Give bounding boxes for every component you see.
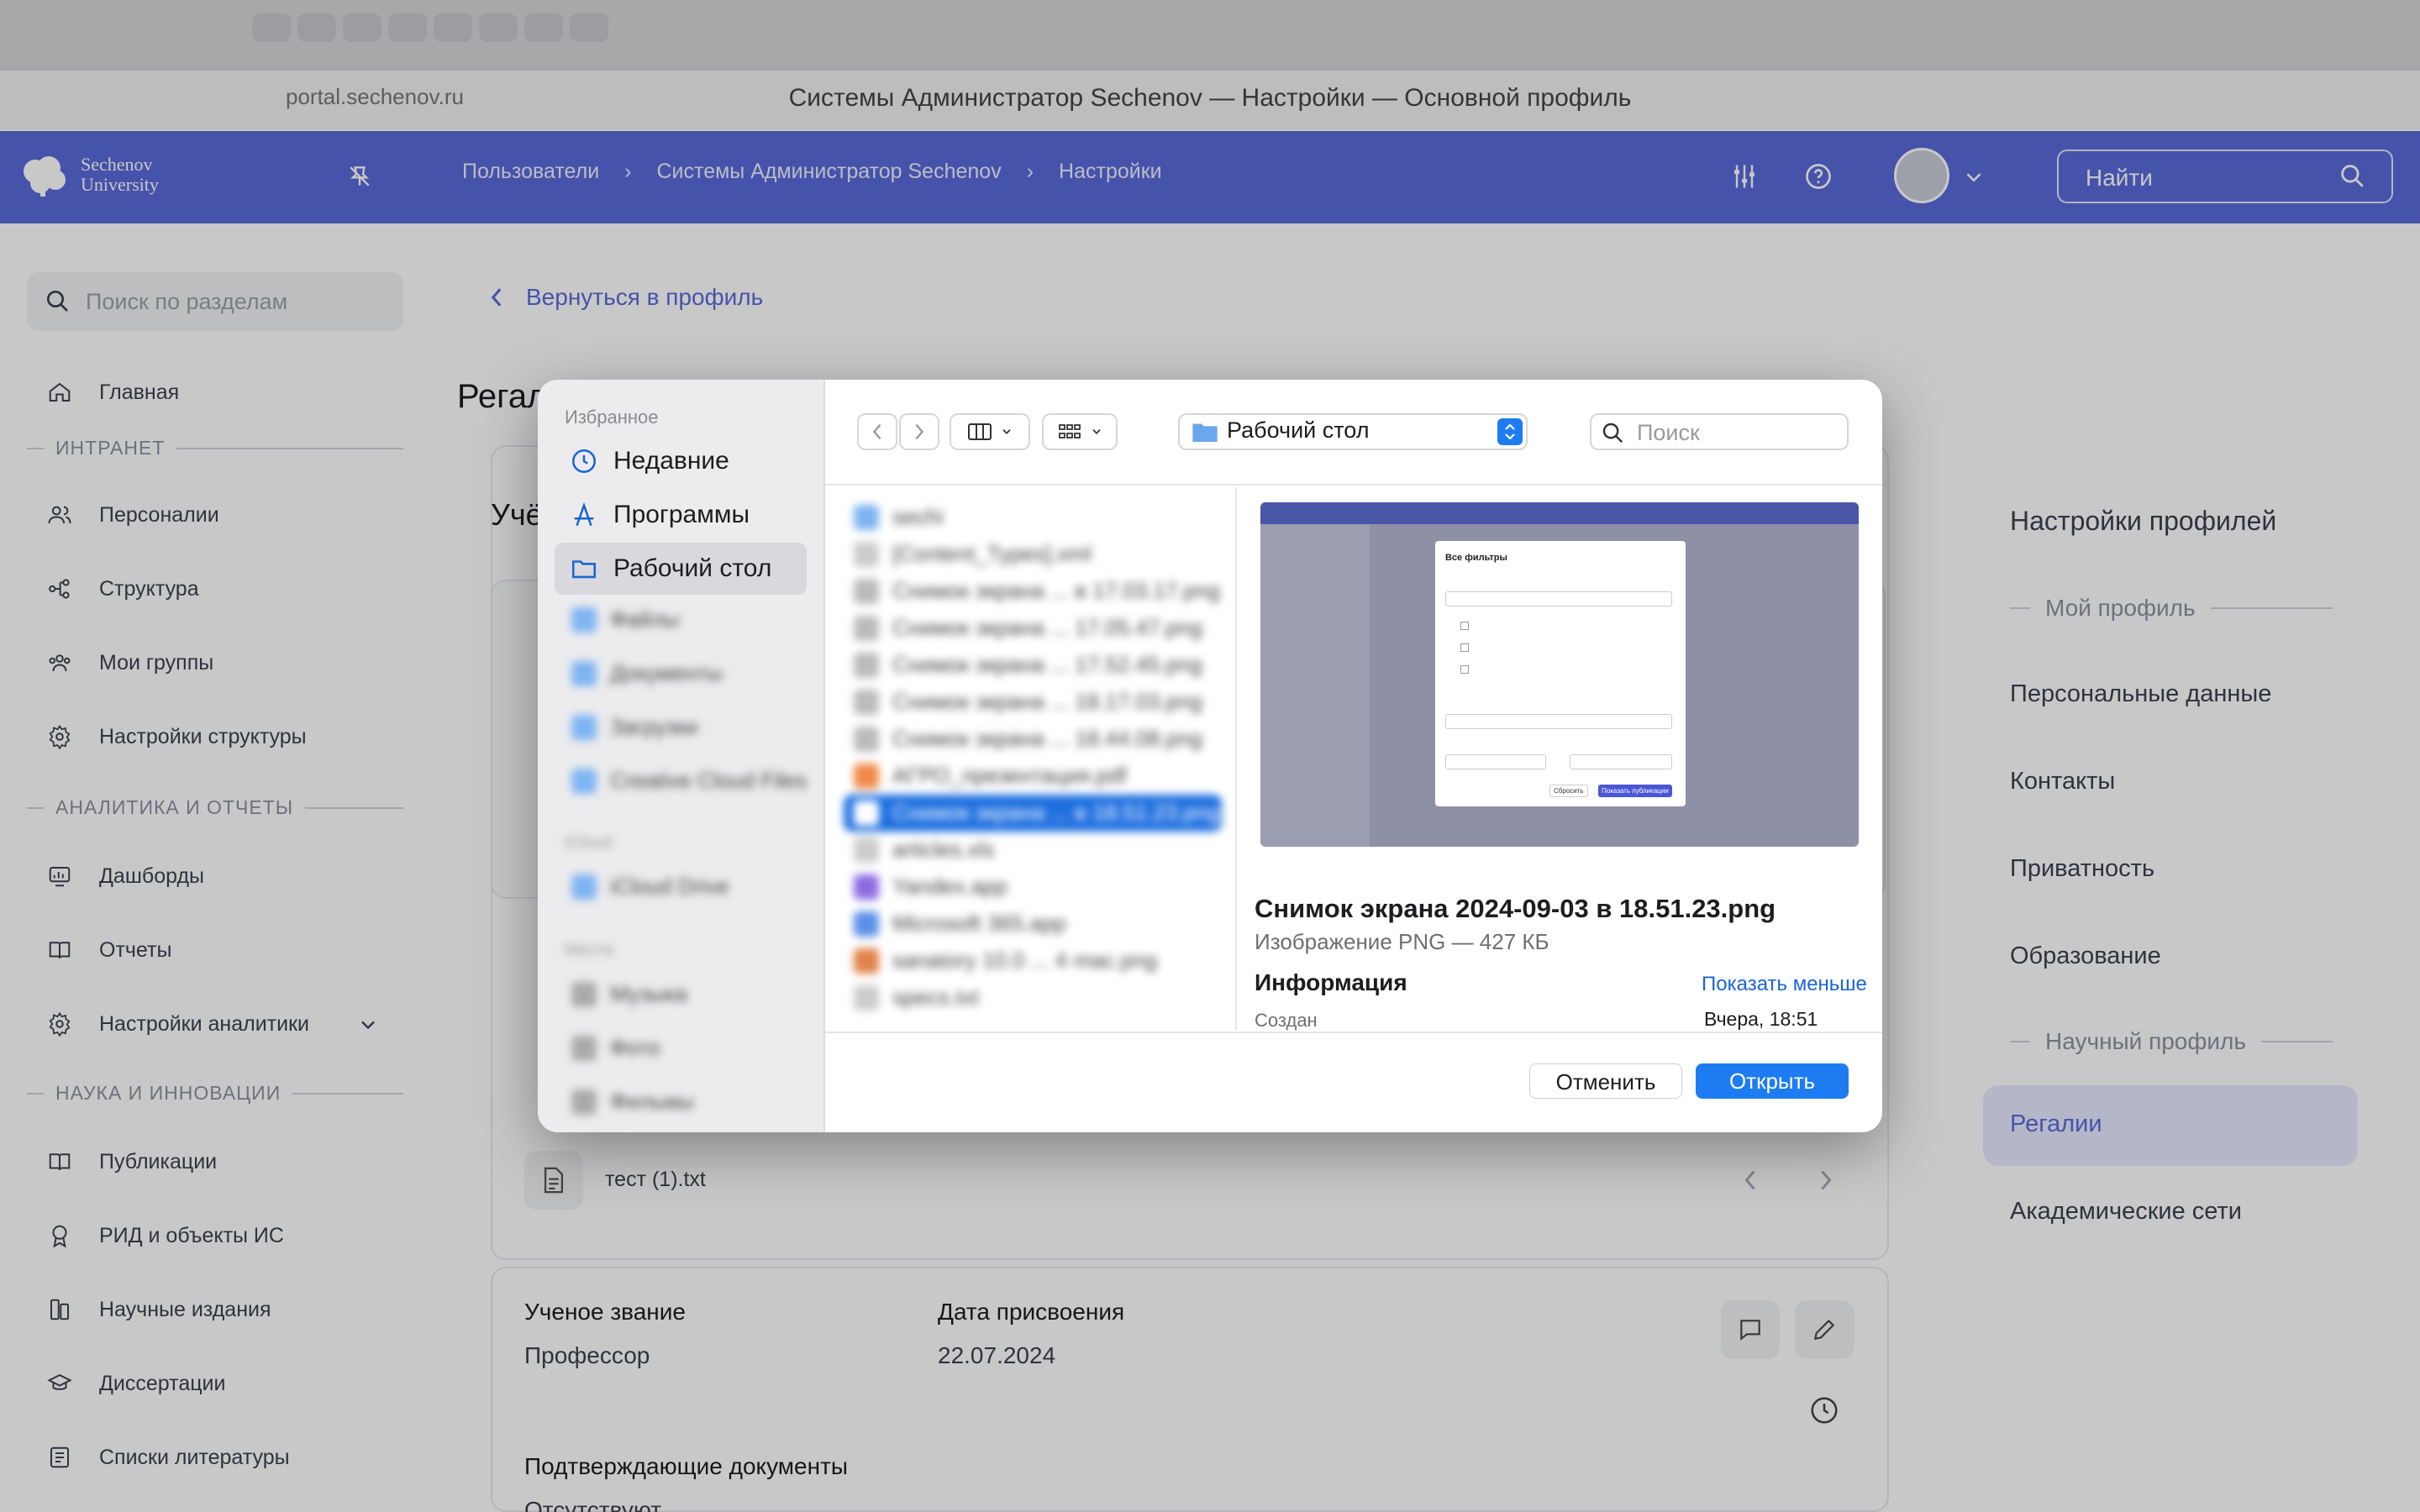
file-row[interactable]: Снимок экрана ... 18.17.03.png (854, 689, 1202, 715)
favorite-applications[interactable]: Программы (555, 489, 807, 541)
favorite-label: Программы (613, 501, 750, 528)
sidebar-item[interactable]: Файлы (571, 606, 680, 633)
sidebar-item[interactable]: iCloud Drive (571, 874, 729, 900)
view-columns-button[interactable] (950, 413, 1030, 450)
favorite-label: Рабочий стол (613, 554, 772, 582)
chevron-right-icon (915, 423, 924, 440)
dialog-divider (825, 1032, 1882, 1033)
thumb-checkbox (1460, 665, 1469, 674)
thumb-filter-modal: Все фильтры Сбросить Показать публикации (1435, 541, 1686, 806)
preview-file-name: Снимок экрана 2024-09-03 в 18.51.23.png (1255, 894, 1776, 923)
file-row[interactable]: [Content_Types].xml (854, 541, 1092, 567)
file-row[interactable]: specs.txt (854, 984, 979, 1011)
thumb-field (1445, 714, 1672, 729)
folder-icon (1192, 423, 1218, 442)
thumb-field (1445, 754, 1546, 769)
show-less-link[interactable]: Показать меньше (1702, 973, 1867, 996)
thumb-apply-button: Показать публикации (1598, 785, 1672, 797)
folder-icon (571, 560, 597, 579)
sidebar-item[interactable]: Creative Cloud Files (571, 768, 807, 794)
file-preview-thumbnail: Все фильтры Сбросить Показать публикации (1260, 502, 1859, 847)
thumb-checkbox (1460, 622, 1469, 630)
sidebar-section: iCloud (565, 833, 613, 852)
favorite-recents[interactable]: Недавние (555, 435, 807, 487)
applications-icon (574, 501, 594, 527)
thumb-header (1260, 502, 1859, 524)
created-value: Вчера, 18:51 (1704, 1008, 1818, 1030)
file-row[interactable]: Снимок экрана ... в 17.03.17.png (854, 578, 1220, 604)
chevron-down-icon (1092, 429, 1101, 434)
thumb-reset-button: Сбросить (1549, 785, 1588, 797)
thumb-sidebar (1260, 524, 1370, 847)
favorite-label: Недавние (613, 447, 729, 475)
file-row[interactable]: articles.xls (854, 837, 994, 863)
open-button[interactable]: Открыть (1696, 1063, 1849, 1099)
forward-button[interactable] (899, 413, 939, 450)
stepper-arrows-icon (1505, 423, 1515, 440)
file-row[interactable]: Microsoft 365.app (854, 911, 1066, 937)
clock-icon (571, 449, 597, 474)
favorites-header: Избранное (565, 407, 659, 428)
cancel-button[interactable]: Отменить (1529, 1063, 1682, 1099)
sidebar-section: Места (565, 941, 614, 959)
grid-icon (1059, 424, 1081, 438)
thumb-field (1445, 591, 1672, 606)
group-button[interactable] (1042, 413, 1118, 450)
chevron-left-icon (872, 423, 881, 440)
back-button[interactable] (857, 413, 897, 450)
dialog-search-input[interactable]: Поиск (1590, 413, 1849, 450)
file-row[interactable]: sechi (854, 504, 944, 530)
created-label: Создан (1255, 1010, 1318, 1031)
favorite-desktop[interactable]: Рабочий стол (555, 543, 807, 595)
sidebar-item[interactable]: Фильмы (571, 1089, 694, 1115)
sidebar-item[interactable]: Загрузки (571, 714, 698, 740)
sidebar-item[interactable]: Документы (571, 660, 723, 686)
file-row[interactable]: Снимок экрана ... 17.52.45.png (854, 652, 1202, 678)
updown-arrows-icon (1497, 418, 1523, 445)
file-row[interactable]: Снимок экрана ... 17.05.47.png (854, 615, 1202, 641)
file-row[interactable]: АГРО_презентация.pdf (854, 763, 1127, 789)
sidebar-item[interactable]: Музыка (571, 981, 687, 1007)
preview-file-kind: Изображение PNG — 427 КБ (1255, 929, 1549, 954)
info-header: Информация (1255, 969, 1407, 995)
file-row[interactable]: Yandex.app (854, 874, 1007, 900)
chevron-down-icon (1002, 429, 1011, 434)
dialog-sidebar: Избранное Недавние Программы Рабочий сто… (538, 380, 825, 1132)
columns-view-icon (968, 423, 992, 440)
thumb-field (1570, 754, 1672, 769)
search-icon (1602, 423, 1623, 444)
blurred-file-list: sechi [Content_Types].xml Снимок экрана … (840, 496, 1227, 1016)
thumb-checkbox (1460, 643, 1469, 652)
file-row[interactable]: Снимок экрана ... 18.44.08.png (854, 726, 1202, 752)
location-label: Рабочий стол (1227, 417, 1370, 443)
file-row[interactable]: sanatory 10.0 ... 4 mac.png (854, 948, 1157, 974)
file-row-selected[interactable]: Снимок экрана ... в 18.51.23.png (854, 800, 1220, 826)
sidebar-item[interactable]: Фото (571, 1035, 660, 1061)
thumb-modal-title: Все фильтры (1445, 553, 1507, 563)
